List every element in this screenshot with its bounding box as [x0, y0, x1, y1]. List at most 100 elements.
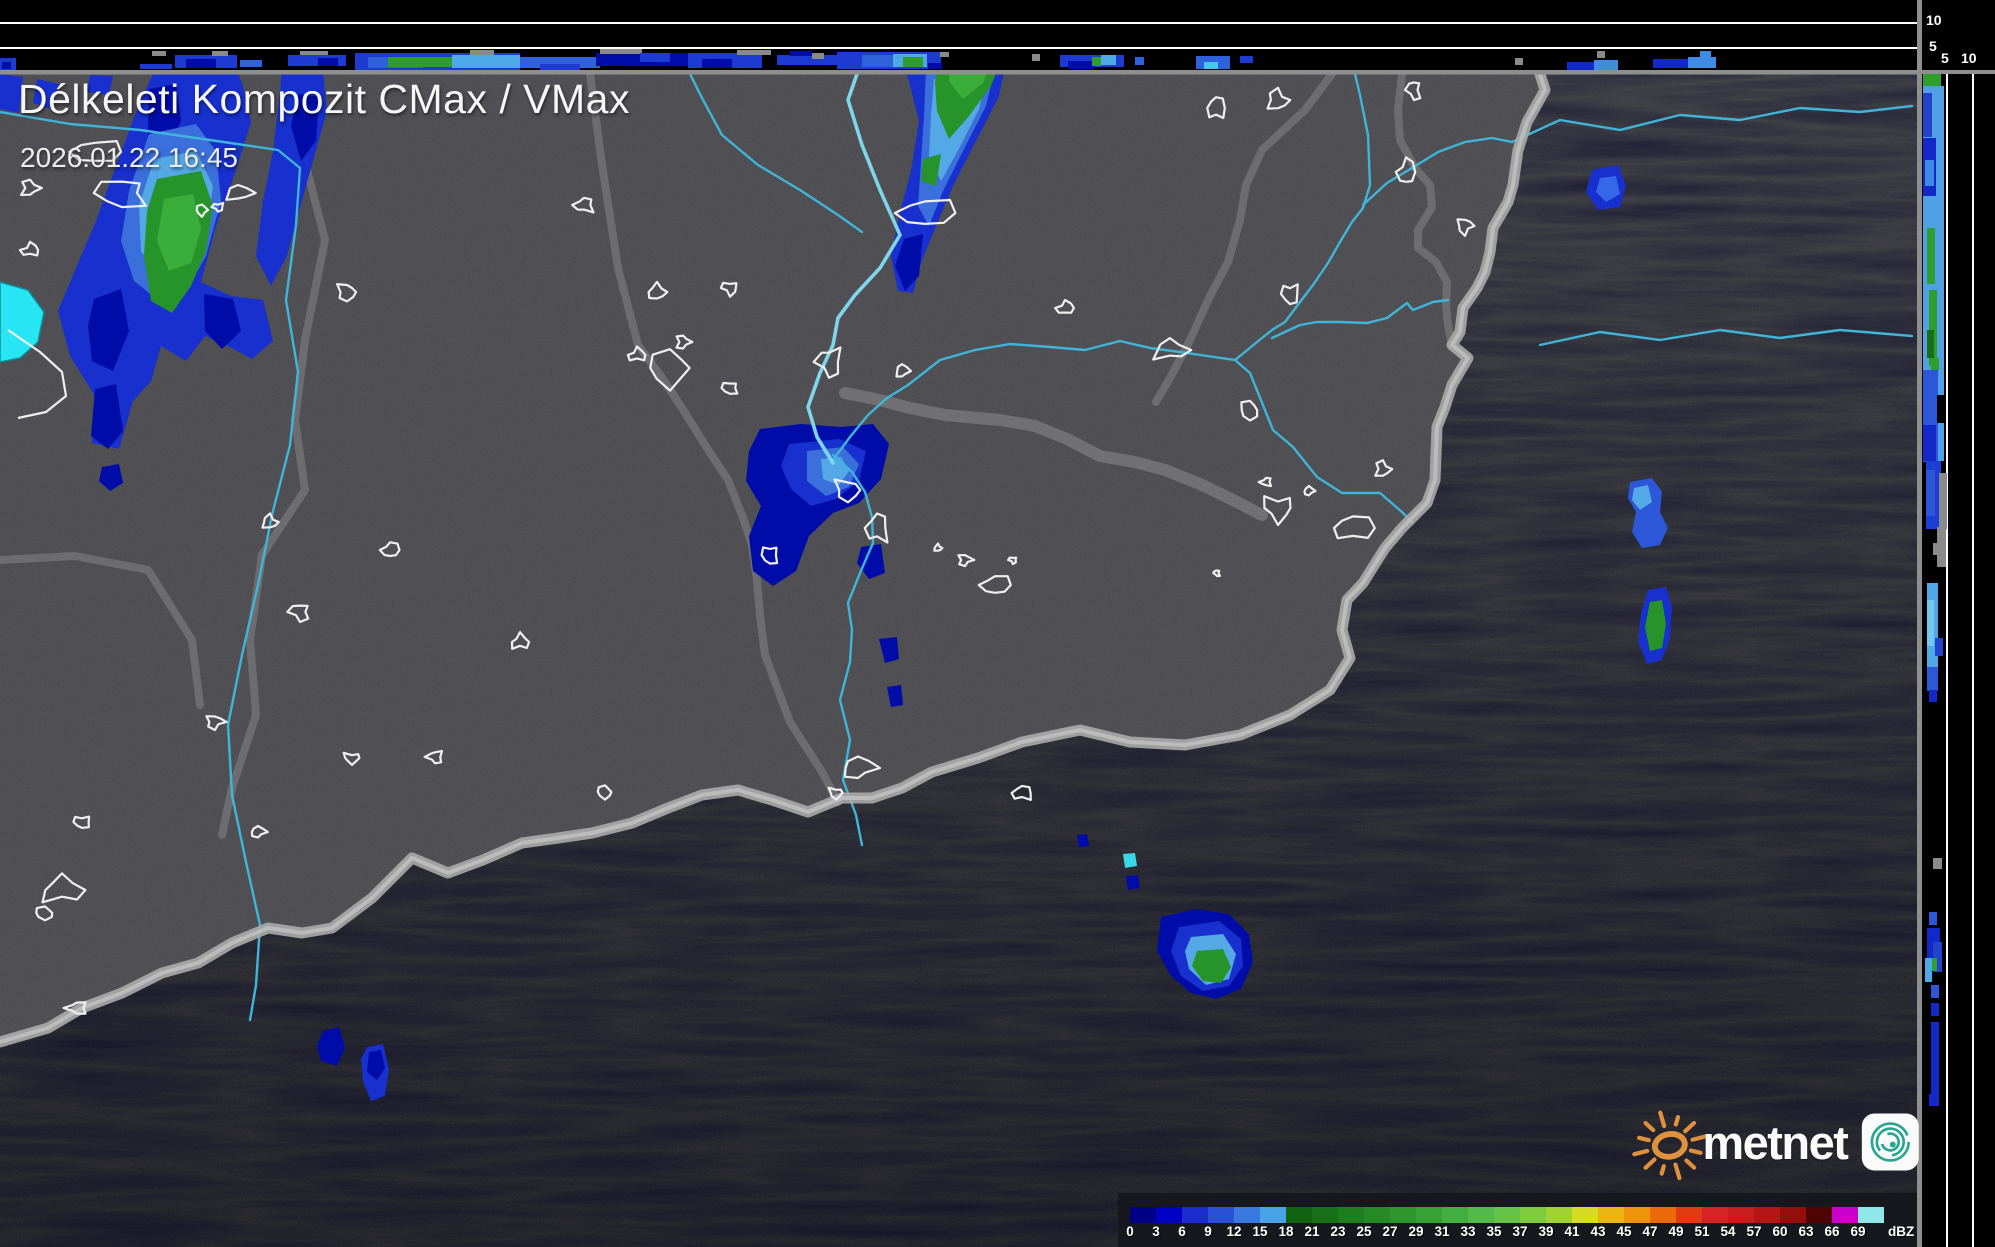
profile-echo — [1925, 958, 1932, 982]
profile-echo — [1933, 543, 1940, 555]
timestamp-label: 2026.01.22 16:45 — [20, 142, 238, 174]
legend-swatch — [1754, 1207, 1780, 1223]
profile-echo — [1931, 1003, 1939, 1016]
legend-tick-label: 54 — [1720, 1224, 1735, 1239]
profile-echo — [2, 62, 11, 69]
panel-divider-vertical — [1917, 0, 1922, 1247]
axis-tick-label: 5 — [1929, 38, 1937, 54]
profile-echo — [1927, 667, 1938, 691]
profile-echo — [1923, 74, 1941, 87]
profile-echo — [1135, 57, 1144, 65]
sun-ray — [1662, 1166, 1664, 1173]
legend-swatch — [1728, 1207, 1754, 1223]
sun-ray — [1646, 1123, 1654, 1130]
legend-tick-label: 45 — [1616, 1224, 1631, 1239]
profile-echo — [1927, 600, 1934, 646]
profile-echo — [812, 53, 824, 59]
legend-swatch — [1390, 1207, 1416, 1223]
legend-tick-label: 51 — [1694, 1224, 1709, 1239]
legend-tick-label: 31 — [1434, 1224, 1449, 1239]
profile-echo — [1515, 58, 1523, 65]
legend-tick-label: 57 — [1746, 1224, 1761, 1239]
legend-tick-label: 41 — [1564, 1224, 1579, 1239]
profile-echo — [452, 55, 520, 68]
profile-echo — [1931, 358, 1939, 370]
legend-tick-label: 21 — [1304, 1224, 1319, 1239]
profile-echo — [1923, 425, 1936, 461]
sun-ray — [1676, 1117, 1678, 1124]
profile-echo — [470, 50, 494, 55]
profile-echo — [318, 58, 338, 66]
legend-swatch — [1338, 1207, 1364, 1223]
profile-echo — [1032, 54, 1040, 61]
page-title: Délkeleti Kompozit CMax / VMax — [18, 76, 630, 123]
profile-echo — [1929, 690, 1937, 702]
profile-echo — [1092, 57, 1101, 66]
radar-echo — [1123, 853, 1137, 868]
profile-echo — [940, 52, 949, 57]
legend-tick-label: 43 — [1590, 1224, 1605, 1239]
profile-echo — [1594, 60, 1618, 70]
right-profile-panel — [1922, 74, 1995, 1247]
profile-echo — [540, 64, 580, 70]
legend-tick-label: 23 — [1330, 1224, 1345, 1239]
legend-tick-label: 6 — [1178, 1224, 1186, 1239]
profile-echo — [300, 51, 328, 55]
profile-echo — [1929, 912, 1937, 925]
profile-echo — [1700, 51, 1711, 59]
axis-tick-label: 10 — [1961, 50, 1977, 66]
profile-echo — [1927, 330, 1934, 358]
legend-swatch — [1130, 1207, 1156, 1223]
sun-ray — [1639, 1138, 1649, 1140]
legend-tick-label: 35 — [1486, 1224, 1501, 1239]
profile-echo — [862, 55, 894, 67]
top-profile-panel — [0, 0, 1917, 70]
profile-echo — [1204, 62, 1218, 69]
profile-echo — [1935, 638, 1943, 656]
legend-swatch — [1260, 1207, 1286, 1223]
profile-echo — [1933, 858, 1942, 869]
sun-ray — [1691, 1150, 1701, 1152]
legend-swatch — [1182, 1207, 1208, 1223]
legend-tick-label: 29 — [1408, 1224, 1423, 1239]
profile-echo — [1068, 61, 1094, 69]
legend-tick-label: 37 — [1512, 1224, 1527, 1239]
profile-echo — [777, 55, 839, 65]
legend-swatch-row — [1130, 1207, 1884, 1223]
legend-tick-label: 63 — [1798, 1224, 1813, 1239]
profile-echo — [1925, 160, 1934, 186]
legend-swatch — [1286, 1207, 1312, 1223]
legend-swatch — [1780, 1207, 1806, 1223]
profile-echo — [212, 51, 228, 56]
sun-ray — [1634, 1151, 1647, 1154]
profile-echo — [140, 64, 172, 69]
profile-echo — [1597, 51, 1605, 58]
panel-divider-horizontal — [0, 70, 1995, 75]
legend-tick-label: 69 — [1850, 1224, 1865, 1239]
dbz-legend: 0369121518212325272931333537394143454749… — [1118, 1193, 1917, 1247]
legend-swatch — [1312, 1207, 1338, 1223]
swirl-center-dot — [1890, 1142, 1896, 1148]
profile-echo — [600, 49, 642, 54]
legend-tick-label: 27 — [1382, 1224, 1397, 1239]
legend-tick-label: 66 — [1824, 1224, 1839, 1239]
profile-echo — [1931, 1022, 1939, 1102]
legend-swatch — [1208, 1207, 1234, 1223]
legend-tick-label: 49 — [1668, 1224, 1683, 1239]
radar-map-canvas — [0, 58, 1917, 1247]
legend-swatch — [1650, 1207, 1676, 1223]
legend-tick-label: 15 — [1252, 1224, 1267, 1239]
profile-echo — [1927, 228, 1935, 284]
profile-echo — [1937, 395, 1945, 423]
profile-echo — [388, 57, 460, 67]
profile-echo — [152, 51, 166, 56]
legend-tick-label: 33 — [1460, 1224, 1475, 1239]
radar-scene — [0, 0, 1995, 1247]
axis-corner-box — [1922, 0, 1995, 70]
legend-swatch — [1416, 1207, 1442, 1223]
profile-echo — [903, 57, 923, 67]
sun-ray — [1646, 1160, 1655, 1168]
profile-echo — [1931, 985, 1939, 998]
profile-echo — [737, 50, 771, 55]
legend-swatch — [1624, 1207, 1650, 1223]
